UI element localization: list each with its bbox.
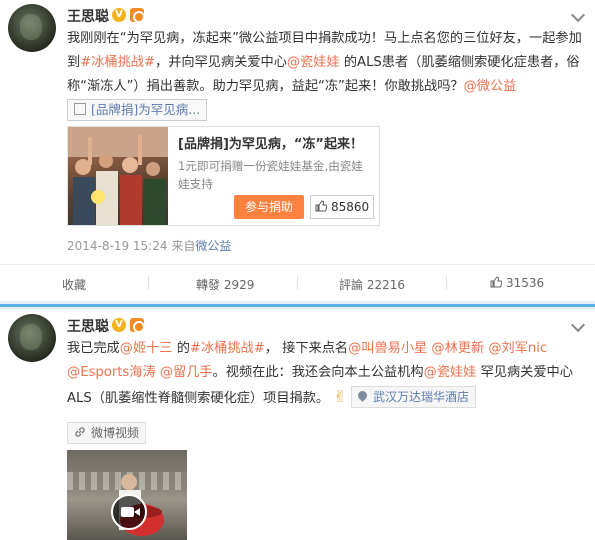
donate-button[interactable]: 参与捐助: [234, 195, 304, 219]
post-text-part: 的: [172, 341, 190, 356]
favorite-label: 收藏: [62, 278, 87, 292]
divider: [446, 276, 447, 290]
thumbs-up-icon: [490, 276, 502, 288]
thumbs-up-icon: [315, 200, 327, 212]
post-text: 我已完成@姬十三 的#冰桶挑战#， 接下来点名@叫兽易小星 @林更新 @刘军ni…: [67, 337, 582, 411]
user-avatar[interactable]: [8, 314, 56, 362]
donation-card[interactable]: [品牌捐]为罕见病，“冻”起来！ 1元即可捐赠一份瓷娃娃基金,由瓷娃娃支持 参与…: [67, 126, 380, 226]
repost-count: 2929: [223, 278, 255, 292]
comment-count: 22216: [366, 278, 406, 292]
card-like-button[interactable]: 85860: [310, 195, 374, 219]
user-avatar[interactable]: [8, 4, 56, 52]
location-label: 武汉万达瑞华酒店: [372, 390, 469, 404]
card-like-count: 85860: [331, 200, 370, 214]
crowd-photo: [68, 127, 168, 225]
card-title[interactable]: [品牌捐]为罕见病，“冻”起来！: [178, 133, 363, 152]
repost-button[interactable]: 轉發 2929: [196, 276, 254, 293]
page-icon: [74, 103, 86, 115]
like-count: 31536: [506, 276, 545, 290]
mention-link[interactable]: @瓷娃娃: [424, 365, 477, 380]
username[interactable]: 王思聪: [67, 6, 109, 26]
video-camera-icon[interactable]: [111, 494, 147, 530]
campaign-tag[interactable]: [品牌捐]为罕见病...: [67, 99, 208, 121]
post-text-part: 我已完成: [67, 341, 120, 356]
post-text-part: ， 接下来点名: [264, 341, 349, 356]
post-time[interactable]: 2014-8-19 15:24: [67, 239, 168, 253]
location-tag[interactable]: 武汉万达瑞华酒店: [350, 386, 476, 408]
post-meta: 2014-8-19 15:24 来自微公益: [67, 237, 231, 254]
video-thumbnail[interactable]: [67, 450, 187, 540]
level-icon[interactable]: [130, 318, 145, 333]
verified-v-icon[interactable]: V: [112, 318, 126, 332]
video-tag-label: 微博视频: [91, 426, 140, 440]
mention-link[interactable]: @林更新: [431, 341, 484, 356]
location-pin-icon: [356, 389, 369, 402]
card-description: 1元即可捐赠一份瓷娃娃基金,由瓷娃娃支持: [178, 159, 363, 191]
video-tag-row: 微博视频: [67, 422, 147, 444]
username[interactable]: 王思聪: [67, 316, 109, 336]
mention-link[interactable]: @瓷娃娃: [287, 55, 340, 70]
mention-link[interactable]: @叫兽易小星: [348, 341, 427, 356]
mention-link[interactable]: @留几手: [160, 365, 213, 380]
link-icon: [75, 427, 85, 437]
victory-hand-emoji: ✌: [333, 387, 347, 406]
verified-v-icon[interactable]: V: [112, 8, 126, 22]
comment-button[interactable]: 評論 22216: [339, 276, 405, 293]
post-text-part: ，并向罕见病关爱中心: [155, 55, 287, 70]
mention-link[interactable]: @刘军nic: [488, 341, 547, 356]
action-bar: 收藏 轉發 2929 評論 22216 31536: [0, 264, 595, 301]
chevron-down-icon[interactable]: [570, 7, 586, 23]
divider: [297, 276, 298, 290]
mention-link[interactable]: @Esports海涛: [67, 365, 156, 380]
weibo-post-1: 王思聪 V 我刚刚在“为罕见病，冻起来”微公益项目中捐款成功！马上点名您的三位好…: [0, 0, 595, 301]
card-image[interactable]: [68, 127, 168, 225]
mention-link[interactable]: @姬十三: [120, 341, 173, 356]
hashtag-link[interactable]: #冰桶挑战#: [190, 341, 265, 356]
hashtag-link[interactable]: #冰桶挑战#: [80, 55, 155, 70]
post-text-part: 。视频在此：我还会向本土公益机构: [212, 365, 424, 380]
video-tag[interactable]: 微博视频: [67, 422, 147, 444]
campaign-tag-label: [品牌捐]为罕见病...: [91, 102, 201, 117]
favorite-button[interactable]: 收藏: [62, 276, 86, 293]
mention-link[interactable]: @微公益: [464, 79, 517, 94]
chevron-down-icon[interactable]: [570, 317, 586, 333]
post-text: 我刚刚在“为罕见病，冻起来”微公益项目中捐款成功！马上点名您的三位好友，一起参加…: [67, 27, 582, 124]
post-from-label: 来自: [171, 239, 196, 253]
repost-label: 轉發: [196, 278, 221, 292]
divider: [148, 276, 149, 290]
like-button[interactable]: 31536: [490, 276, 544, 290]
feed-divider: [0, 301, 595, 310]
level-icon[interactable]: [130, 8, 145, 23]
weibo-post-2: 王思聪 V 我已完成@姬十三 的#冰桶挑战#， 接下来点名@叫兽易小星 @林更新…: [0, 310, 595, 540]
comment-label: 評論: [339, 278, 364, 292]
post-source-link[interactable]: 微公益: [195, 239, 231, 253]
